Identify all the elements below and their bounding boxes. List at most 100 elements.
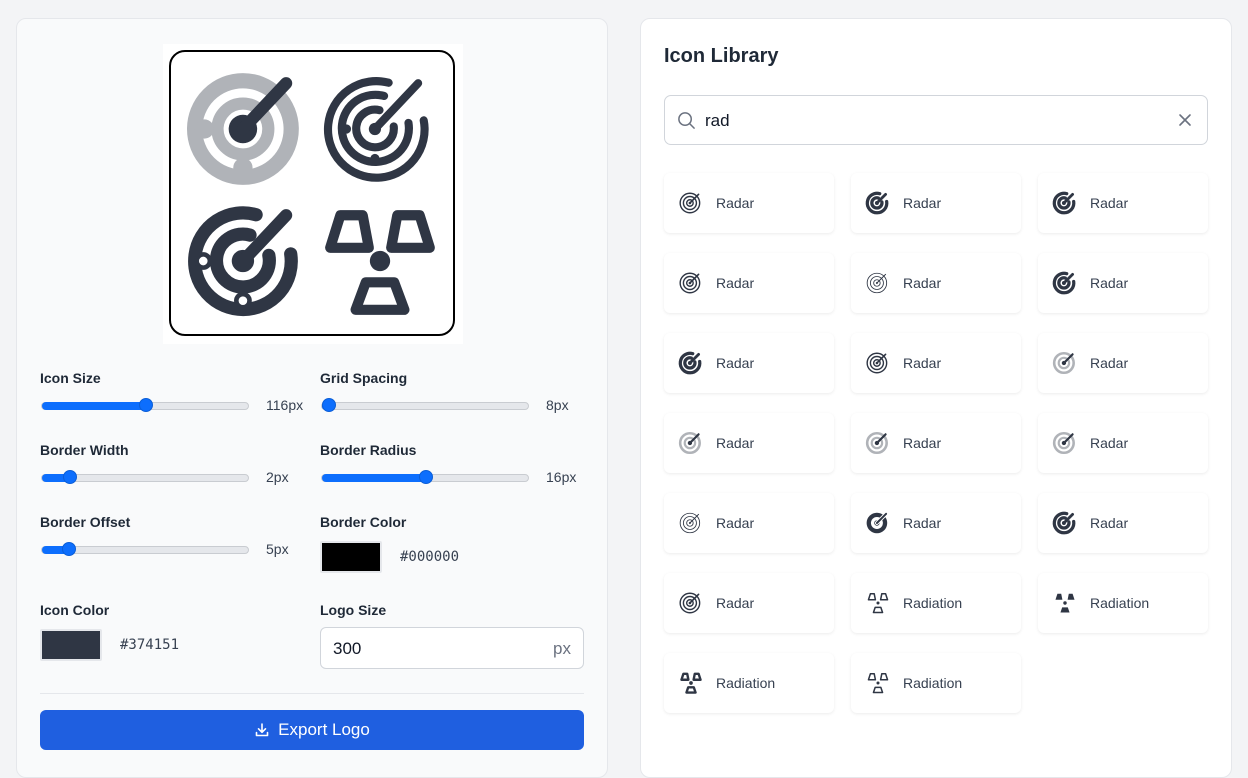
radar-bold-icon bbox=[865, 191, 889, 215]
icon-library-item-label: Radar bbox=[716, 275, 755, 291]
icon-library-item[interactable]: Radiation bbox=[851, 653, 1021, 713]
radar-thin-icon bbox=[866, 272, 888, 294]
border-radius-value: 16px bbox=[546, 469, 577, 485]
icon-library-item[interactable]: Radar bbox=[664, 333, 834, 393]
icon-library-item-label: Radiation bbox=[716, 675, 776, 691]
icon-library-item-label: Radar bbox=[903, 515, 942, 531]
radiation-outline-icon bbox=[325, 210, 435, 315]
icon-size-value: 116px bbox=[266, 397, 304, 413]
icon-size-slider-thumb[interactable] bbox=[139, 398, 153, 412]
icon-library-item[interactable]: Radar bbox=[851, 413, 1021, 473]
icon-library-item[interactable]: Radar bbox=[664, 253, 834, 313]
radar-fill-icon bbox=[866, 511, 889, 534]
icon-color-label: Icon Color bbox=[40, 602, 110, 618]
border-offset-slider-thumb[interactable] bbox=[62, 542, 76, 556]
border-offset-label: Border Offset bbox=[40, 514, 131, 530]
export-logo-label: Export Logo bbox=[278, 720, 370, 739]
download-icon bbox=[255, 723, 269, 737]
radar-outline-icon bbox=[323, 77, 429, 182]
logo-size-label: Logo Size bbox=[320, 602, 387, 618]
icon-library-item[interactable]: Radar bbox=[851, 173, 1021, 233]
radar-bold-icon bbox=[678, 351, 702, 375]
border-width-value: 2px bbox=[266, 469, 289, 485]
radar-outline-icon bbox=[679, 192, 701, 214]
border-offset-value: 5px bbox=[266, 541, 289, 557]
radar-duotone-icon bbox=[187, 73, 299, 185]
icon-library-item-label: Radar bbox=[1090, 515, 1129, 531]
icon-size-slider[interactable] bbox=[41, 398, 249, 412]
icon-library-item-label: Radar bbox=[716, 515, 755, 531]
border-width-slider[interactable] bbox=[41, 470, 249, 484]
border-radius-slider-fill bbox=[322, 474, 426, 482]
icon-library-item-label: Radiation bbox=[903, 595, 963, 611]
logo-preview-frame bbox=[169, 50, 455, 336]
icon-library-item[interactable]: Radiation bbox=[851, 573, 1021, 633]
border-color-label: Border Color bbox=[320, 514, 407, 530]
icon-library-item-label: Radar bbox=[903, 275, 942, 291]
icon-library-item[interactable]: Radiation bbox=[1038, 573, 1208, 633]
radar-duotone-icon bbox=[678, 431, 701, 455]
icon-library-item[interactable]: Radar bbox=[851, 493, 1021, 553]
icon-library-item[interactable]: Radiation bbox=[664, 653, 834, 713]
radar-outline-icon bbox=[679, 592, 701, 614]
radar-duotone-icon bbox=[865, 431, 888, 455]
icon-library-item[interactable]: Radar bbox=[1038, 493, 1208, 553]
border-width-label: Border Width bbox=[40, 442, 129, 458]
radar-bold-icon bbox=[1052, 271, 1076, 295]
icon-size-label: Icon Size bbox=[40, 370, 101, 386]
icon-library-item-label: Radar bbox=[1090, 275, 1129, 291]
icon-library-item-label: Radar bbox=[716, 355, 755, 371]
grid-spacing-label: Grid Spacing bbox=[320, 370, 408, 386]
border-radius-label: Border Radius bbox=[320, 442, 417, 458]
logo-editor-panel: Icon Size 116px Grid Spacing 8px Border … bbox=[16, 18, 608, 778]
radar-outline-icon bbox=[679, 272, 701, 294]
radar-outline-icon bbox=[866, 352, 888, 374]
logo-size-input[interactable]: 300 px bbox=[320, 627, 584, 669]
icon-library-item[interactable]: Radar bbox=[664, 173, 834, 233]
icon-library-item-label: Radiation bbox=[1090, 595, 1150, 611]
icon-library-item-label: Radar bbox=[1090, 195, 1129, 211]
clear-search-icon[interactable] bbox=[1177, 112, 1193, 128]
logo-preview bbox=[163, 44, 463, 344]
icon-color-hex: #374151 bbox=[120, 637, 180, 653]
grid-spacing-slider[interactable] bbox=[321, 398, 529, 412]
icon-library-item[interactable]: Radar bbox=[664, 493, 834, 553]
grid-spacing-slider-thumb[interactable] bbox=[322, 398, 336, 412]
logo-size-unit: px bbox=[553, 639, 571, 658]
icon-library-item-label: Radar bbox=[1090, 435, 1129, 451]
radar-bold-icon bbox=[188, 206, 298, 317]
grid-spacing-value: 8px bbox=[546, 397, 569, 413]
icon-library-item[interactable]: Radar bbox=[851, 253, 1021, 313]
divider bbox=[40, 693, 584, 694]
icon-library-item[interactable]: Radar bbox=[1038, 413, 1208, 473]
icon-color-swatch[interactable] bbox=[40, 629, 102, 661]
icon-library-item[interactable]: Radar bbox=[664, 573, 834, 633]
icon-size-slider-fill bbox=[42, 402, 146, 410]
icon-library-item-label: Radar bbox=[716, 435, 755, 451]
border-color-swatch[interactable] bbox=[320, 541, 382, 573]
icon-library-item-label: Radiation bbox=[903, 675, 963, 691]
border-radius-slider[interactable] bbox=[321, 470, 529, 484]
icon-library-item[interactable]: Radar bbox=[1038, 173, 1208, 233]
border-color-hex: #000000 bbox=[400, 549, 460, 565]
radar-thin-icon bbox=[679, 512, 701, 534]
search-icon bbox=[678, 112, 695, 129]
icon-library-item[interactable]: Radar bbox=[1038, 253, 1208, 313]
icon-library-item[interactable]: Radar bbox=[851, 333, 1021, 393]
icon-library-title: Icon Library bbox=[664, 45, 779, 67]
radiation-outline-icon bbox=[867, 593, 889, 614]
icon-library-item-label: Radar bbox=[903, 195, 942, 211]
icon-library-item-label: Radar bbox=[903, 435, 942, 451]
icon-library-item[interactable]: Radar bbox=[1038, 333, 1208, 393]
export-logo-button[interactable]: Export Logo bbox=[40, 710, 584, 750]
border-offset-slider[interactable] bbox=[41, 542, 249, 556]
icon-library-item-label: Radar bbox=[1090, 355, 1129, 371]
radar-duotone-icon bbox=[1052, 351, 1075, 375]
border-width-slider-thumb[interactable] bbox=[63, 470, 77, 484]
border-radius-slider-thumb[interactable] bbox=[419, 470, 433, 484]
icon-library-item[interactable]: Radar bbox=[664, 413, 834, 473]
radiation-fill-icon bbox=[1055, 593, 1075, 613]
radar-bold-icon bbox=[1052, 191, 1076, 215]
icon-search-input[interactable]: rad bbox=[664, 95, 1208, 145]
radar-duotone-icon bbox=[1052, 431, 1075, 455]
